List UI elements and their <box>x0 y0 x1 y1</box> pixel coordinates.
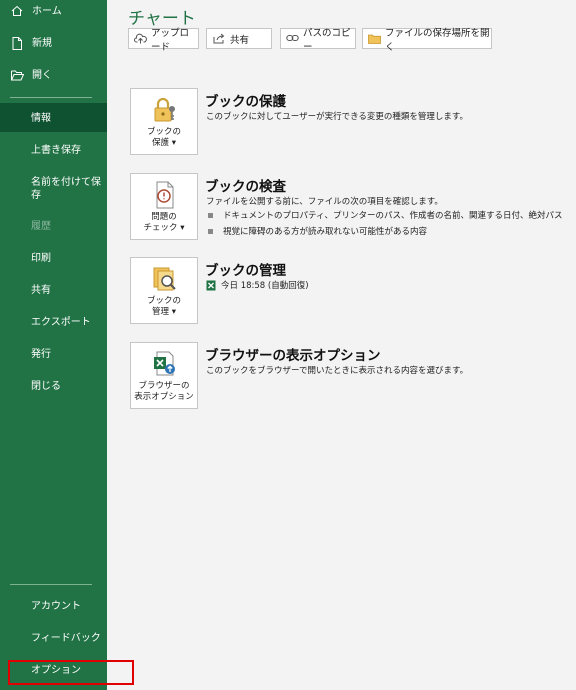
browser-excel-icon <box>149 349 179 379</box>
protect-workbook-title: ブックの保護 <box>205 94 286 110</box>
protect-workbook-tile-label: ブックの 保護 ▾ <box>146 127 181 148</box>
nav-history: 履歴 <box>31 221 51 232</box>
open-file-location-label: ファイルの保存場所を開く <box>385 27 490 53</box>
protect-workbook-desc: このブックに対してユーザーが実行できる変更の種類を管理します。 <box>206 112 469 122</box>
manage-workbook-section: ブックの 管理 ▾ ブックの管理 今日 18:58 (自動回復) <box>130 257 570 327</box>
nav-info[interactable]: 情報 <box>0 103 107 132</box>
share-button[interactable]: 共有 <box>206 28 272 49</box>
home-icon <box>10 4 24 18</box>
nav-share[interactable]: 共有 <box>0 284 107 297</box>
lock-key-icon <box>149 95 179 125</box>
backstage-sidebar: ホーム 新規 開く 情報 上書き保存 名前を付けて保 存 履歴 印刷 共有 エク… <box>0 0 107 690</box>
autosave-version-text: 今日 18:58 (自動回復) <box>221 281 309 291</box>
nav-print[interactable]: 印刷 <box>0 252 107 265</box>
browser-view-options-tile-label: ブラウザーの 表示オプション <box>134 381 194 402</box>
protect-workbook-section: ブックの 保護 ▾ ブックの保護 このブックに対してユーザーが実行できる変更の種… <box>130 88 570 158</box>
nav-home[interactable]: ホーム <box>0 3 107 19</box>
upload-button[interactable]: アップロード <box>128 28 199 53</box>
nav-save[interactable]: 上書き保存 <box>0 144 107 157</box>
copy-path-label: パスのコピー <box>303 27 351 53</box>
inspect-bullet-accessibility-text: 視覚に障碍のある方が読み取れない可能性がある内容 <box>223 227 428 237</box>
inspect-document-icon <box>149 180 179 210</box>
share-icon <box>212 32 226 46</box>
nav-account[interactable]: アカウント <box>0 600 107 613</box>
nav-save-as[interactable]: 名前を付けて保 存 <box>0 176 107 202</box>
check-for-issues-button[interactable]: 問題の チェック ▾ <box>130 173 198 240</box>
link-icon <box>286 32 299 46</box>
inspect-bullet-accessibility: 視覚に障碍のある方が読み取れない可能性がある内容 <box>208 225 427 237</box>
manage-workbook-button[interactable]: ブックの 管理 ▾ <box>130 257 198 324</box>
browser-view-options-title: ブラウザーの表示オプション <box>205 348 381 364</box>
open-folder-icon <box>10 68 24 82</box>
folder-icon <box>368 32 381 46</box>
browser-view-options-section: ブラウザーの 表示オプション ブラウザーの表示オプション このブックをブラウザー… <box>130 342 570 412</box>
nav-feedback[interactable]: フィードバック <box>0 632 107 645</box>
nav-home-label: ホーム <box>32 5 62 17</box>
share-label: 共有 <box>230 34 250 46</box>
nav-open-label: 開く <box>32 69 52 81</box>
bullet-marker <box>208 228 213 234</box>
open-file-location-button[interactable]: ファイルの保存場所を開く <box>362 28 492 53</box>
options-highlight-box <box>8 660 134 685</box>
sidebar-divider <box>10 97 92 98</box>
cloud-upload-icon <box>134 32 147 46</box>
inspect-workbook-section: 問題の チェック ▾ ブックの検査 ファイルを公開する前に、ファイルの次の項目を… <box>130 173 570 243</box>
nav-new-label: 新規 <box>32 37 52 49</box>
manage-workbook-tile-label: ブックの 管理 ▾ <box>146 296 181 317</box>
excel-file-icon <box>206 280 216 291</box>
bullet-marker <box>208 212 213 218</box>
browser-view-options-button[interactable]: ブラウザーの 表示オプション <box>130 342 198 409</box>
autosave-version-entry[interactable]: 今日 18:58 (自動回復) <box>206 279 309 291</box>
copy-path-button[interactable]: パスのコピー <box>280 28 356 53</box>
inspect-workbook-title: ブックの検査 <box>205 179 286 195</box>
nav-open[interactable]: 開く <box>0 67 107 83</box>
nav-close[interactable]: 閉じる <box>0 380 107 393</box>
manage-workbook-icon <box>149 264 179 294</box>
inspect-bullet-properties: ドキュメントのプロパティ、プリンターのパス、作成者の名前、関連する日付、絶対パス <box>208 209 563 221</box>
nav-new[interactable]: 新規 <box>0 35 107 51</box>
new-document-icon <box>10 36 24 50</box>
manage-workbook-title: ブックの管理 <box>205 263 286 279</box>
upload-label: アップロード <box>151 27 190 53</box>
inspect-bullet-properties-text: ドキュメントのプロパティ、プリンターのパス、作成者の名前、関連する日付、絶対パス <box>223 211 563 221</box>
browser-view-options-desc: このブックをブラウザーで開いたときに表示される内容を選びます。 <box>206 366 469 376</box>
check-for-issues-tile-label: 問題の チェック ▾ <box>143 212 185 233</box>
nav-export[interactable]: エクスポート <box>0 316 107 329</box>
nav-publish[interactable]: 発行 <box>0 348 107 361</box>
protect-workbook-button[interactable]: ブックの 保護 ▾ <box>130 88 198 155</box>
inspect-workbook-desc: ファイルを公開する前に、ファイルの次の項目を確認します。 <box>206 197 443 207</box>
sidebar-divider-bottom <box>10 584 92 585</box>
